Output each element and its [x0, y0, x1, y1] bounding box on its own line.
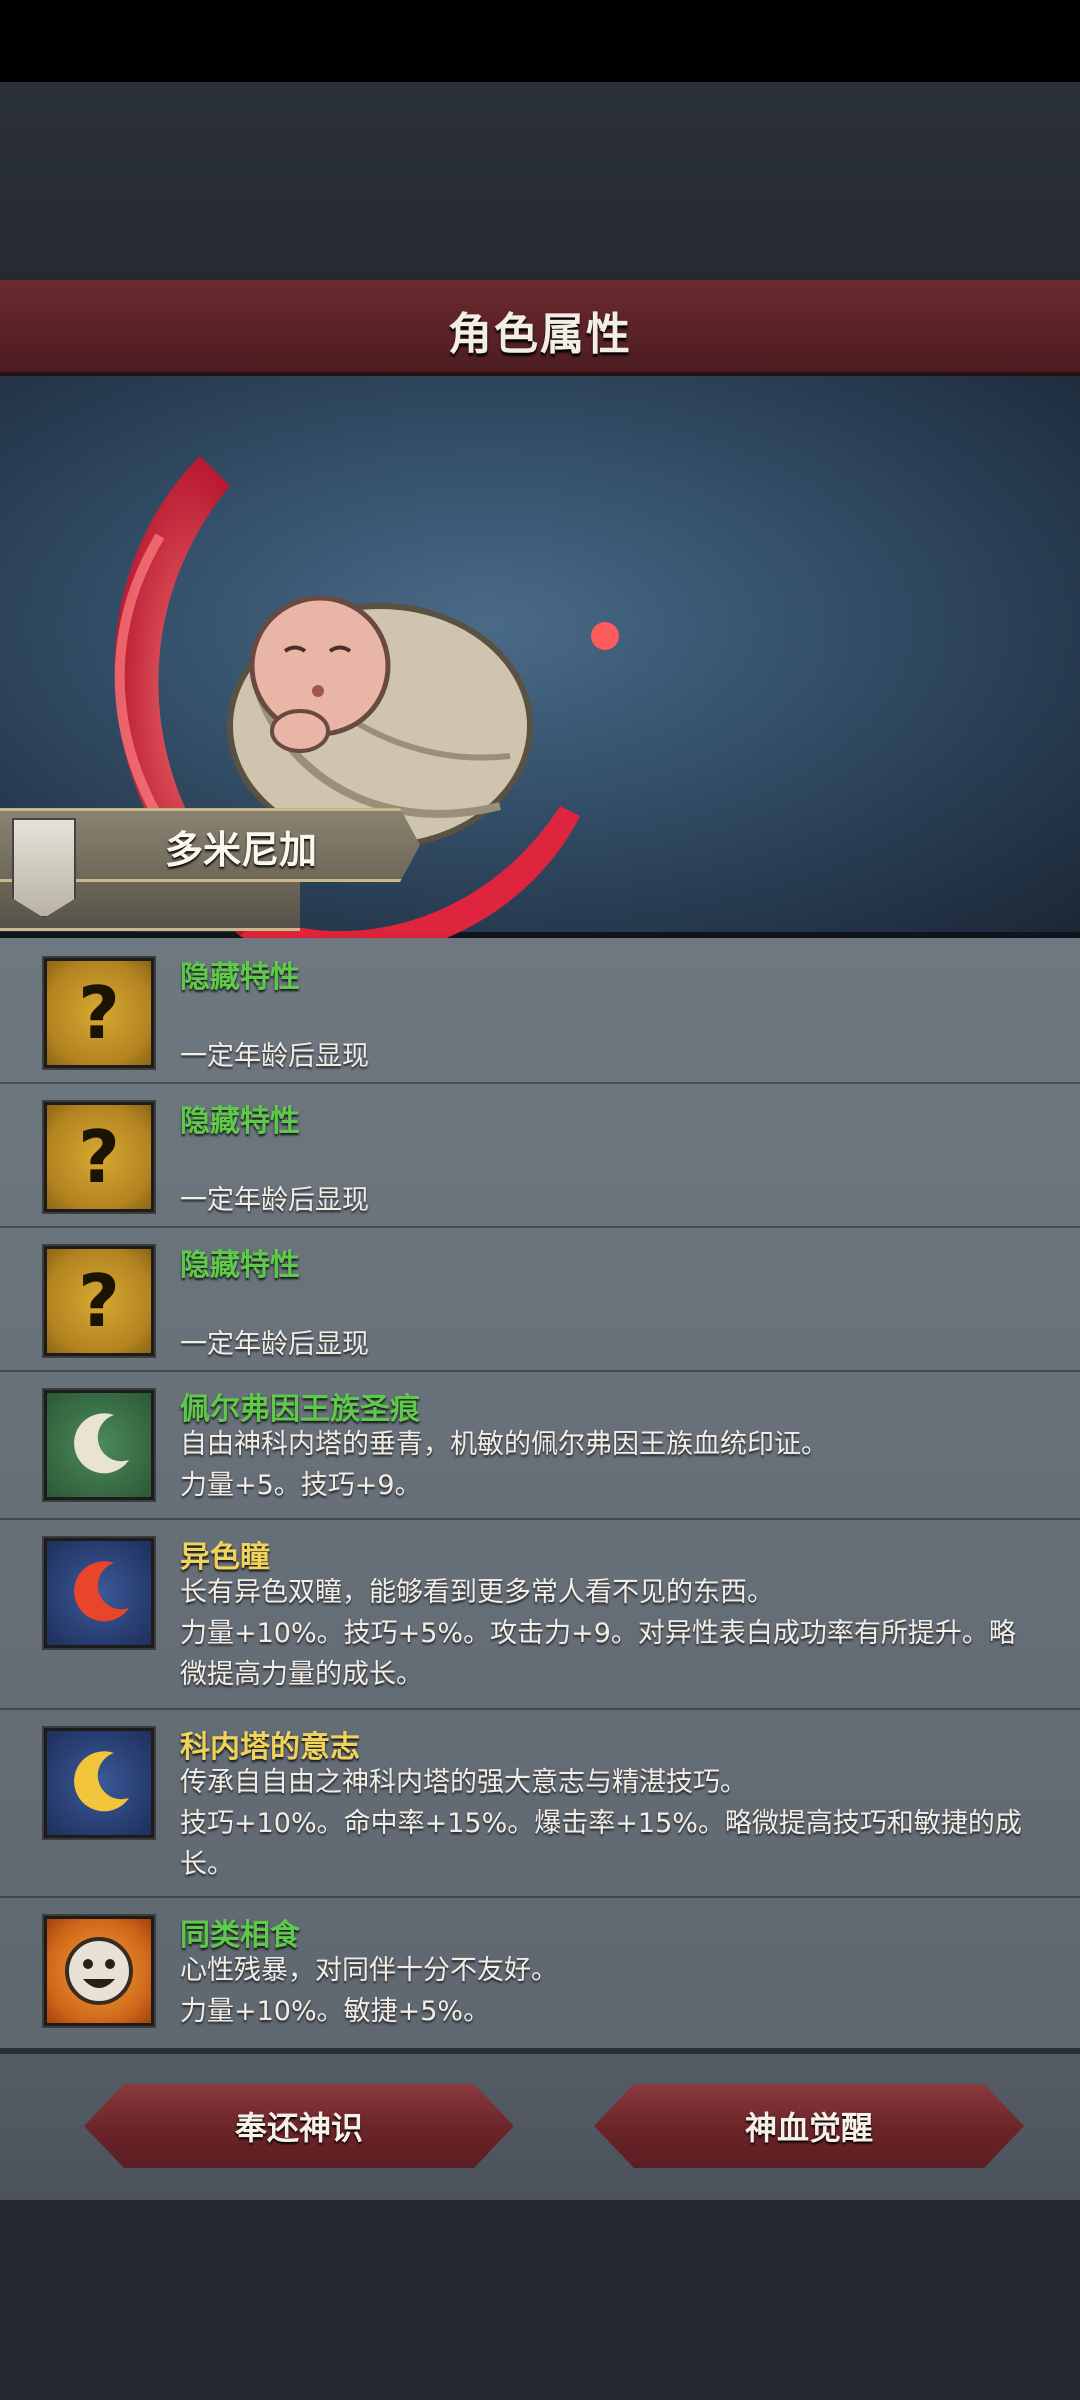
smiley-glyph: [65, 1937, 133, 2005]
crescent-glyph: [74, 1751, 129, 1812]
trait-desc-line: 心性残暴，对同伴十分不友好。: [180, 1955, 558, 1986]
trait-desc: 一定年龄后显现: [180, 1185, 369, 1216]
trait-name: 科内塔的意志: [180, 1730, 360, 1765]
trait-name: 隐藏特性: [180, 1248, 300, 1283]
question-icon: ?: [44, 1102, 154, 1212]
crescent-glyph: [74, 1413, 129, 1474]
trait-desc-line: 力量+10%。敏捷+5%。: [180, 1996, 491, 2027]
question-icon: ?: [44, 958, 154, 1068]
trait-desc-line: 技巧+10%。命中率+15%。爆击率+15%。略微提高技巧和敏捷的成长。: [180, 1808, 1022, 1880]
divine-blood-awaken-button[interactable]: 神血觉醒: [594, 2084, 1024, 2168]
page-title: 角色属性: [448, 309, 632, 360]
button-label: 奉还神识: [234, 2109, 363, 2147]
trait-desc: 长有异色双瞳，能够看到更多常人看不见的东西。 力量+10%。技巧+5%。攻击力+…: [180, 1572, 1030, 1695]
trait-desc-line: 长有异色双瞳，能够看到更多常人看不见的东西。: [180, 1577, 774, 1608]
trait-name: 隐藏特性: [180, 1104, 300, 1139]
trait-item: 同类相食 心性残暴，对同伴十分不友好。 力量+10%。敏捷+5%。: [0, 1896, 1080, 2048]
red-moon-icon: [44, 1538, 154, 1648]
return-divinity-button[interactable]: 奉还神识: [84, 2084, 514, 2168]
trait-item: 科内塔的意志 传承自自由之神科内塔的强大意志与精湛技巧。 技巧+10%。命中率+…: [0, 1708, 1080, 1898]
top-backdrop: [0, 82, 1080, 282]
trait-desc: 心性残暴，对同伴十分不友好。 力量+10%。敏捷+5%。: [180, 1950, 1030, 2032]
trait-desc-line: 自由神科内塔的垂青，机敏的佩尔弗因王族血统印证。: [180, 1429, 828, 1460]
character-name: 多米尼加: [165, 828, 318, 872]
trait-name: 异色瞳: [180, 1540, 270, 1575]
trait-desc: 传承自自由之神科内塔的强大意志与精湛技巧。 技巧+10%。命中率+15%。爆击率…: [180, 1762, 1030, 1885]
trait-list[interactable]: ? 隐藏特性 一定年龄后显现 ? 隐藏特性 一定年龄后显现 ? 隐藏特性 一定年…: [0, 938, 1080, 2048]
bottom-backdrop: [0, 2200, 1080, 2400]
trait-desc: 自由神科内塔的垂青，机敏的佩尔弗因王族血统印证。 力量+5。技巧+9。: [180, 1424, 1030, 1506]
trait-item: 佩尔弗因王族圣痕 自由神科内塔的垂青，机敏的佩尔弗因王族血统印证。 力量+5。技…: [0, 1370, 1080, 1520]
trait-desc: 一定年龄后显现: [180, 1041, 369, 1072]
question-icon: ?: [44, 1246, 154, 1356]
smiley-face-icon: [44, 1916, 154, 2026]
trait-desc-line: 力量+5。技巧+9。: [180, 1470, 422, 1501]
trait-desc-line: 传承自自由之神科内塔的强大意志与精湛技巧。: [180, 1767, 747, 1798]
crescent-glyph: [74, 1561, 129, 1622]
trait-item: ? 隐藏特性 一定年龄后显现: [0, 1226, 1080, 1372]
trait-name: 佩尔弗因王族圣痕: [180, 1392, 420, 1427]
trait-desc-line: 力量+10%。技巧+5%。攻击力+9。对异性表白成功率有所提升。略微提高力量的成…: [180, 1618, 1016, 1690]
white-moon-icon: [44, 1390, 154, 1500]
trait-item: ? 隐藏特性 一定年龄后显现: [0, 1082, 1080, 1228]
trait-name: 隐藏特性: [180, 960, 300, 995]
status-bar: [0, 0, 1080, 82]
trait-item: 异色瞳 长有异色双瞳，能够看到更多常人看不见的东西。 力量+10%。技巧+5%。…: [0, 1518, 1080, 1710]
trait-name: 同类相食: [180, 1918, 300, 1953]
button-label: 神血觉醒: [744, 2109, 873, 2147]
gold-moon-icon: [44, 1728, 154, 1838]
trait-desc: 一定年龄后显现: [180, 1329, 369, 1360]
title-banner: 角色属性: [0, 280, 1080, 376]
rank-flag-icon: [12, 818, 76, 918]
trait-item: ? 隐藏特性 一定年龄后显现: [0, 938, 1080, 1084]
